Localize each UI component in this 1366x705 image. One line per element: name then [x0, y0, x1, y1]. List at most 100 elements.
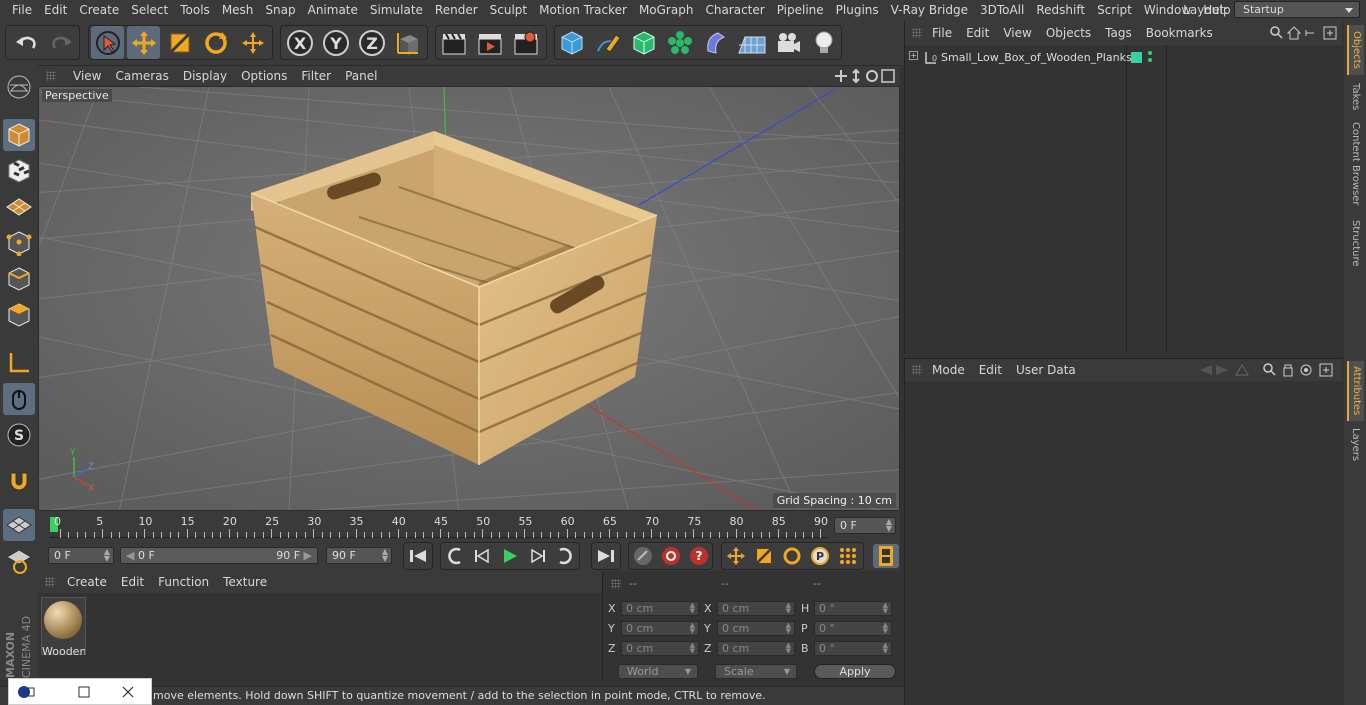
coord-value-field[interactable]: 0 cm ▲ ▼ — [717, 621, 795, 636]
menu-pipeline[interactable]: Pipeline — [771, 0, 830, 21]
timeline-ruler[interactable]: 0 5 10 15 20 25 30 35 40 45 50 55 60 65 70 75 80 85 90 0 F… — [38, 511, 900, 541]
render-visibility-dot[interactable] — [1148, 58, 1152, 62]
material-menu-create[interactable]: Create — [60, 575, 114, 589]
timeline-button[interactable] — [873, 544, 899, 568]
current-frame-field[interactable]: 0 F ▲ ▼ — [834, 517, 896, 534]
menu-plugins[interactable]: Plugins — [830, 0, 885, 21]
coord-value-field[interactable]: 0 cm ▲ ▼ — [717, 641, 795, 656]
tab-content-browser[interactable]: Content Browser — [1347, 119, 1364, 209]
tab-attributes[interactable]: Attributes — [1347, 361, 1364, 421]
undo-button[interactable] — [9, 26, 42, 59]
menu-render[interactable]: Render — [429, 0, 484, 21]
workplane-lock-button[interactable] — [3, 509, 35, 541]
object-menu-edit[interactable]: Edit — [959, 26, 996, 40]
end-frame-field[interactable]: 90 F ▲ ▼ — [326, 547, 392, 564]
timeline-track[interactable]: 0 5 10 15 20 25 30 35 40 45 50 55 60 65 70 75 80 85 90 — [50, 514, 828, 538]
menu-vray-bridge[interactable]: V-Ray Bridge — [885, 0, 974, 21]
close-icon[interactable] — [121, 685, 135, 699]
key-scale-button[interactable] — [751, 544, 777, 568]
move-tool-button[interactable] — [127, 26, 160, 59]
menu-file[interactable]: File — [6, 0, 38, 21]
snapping-button[interactable]: S — [3, 419, 35, 451]
scale-tool-button[interactable] — [163, 26, 196, 59]
next-frame-button[interactable] — [524, 544, 550, 568]
viewport-menu-options[interactable]: Options — [234, 69, 294, 83]
cloner-button[interactable] — [663, 26, 696, 59]
z-axis-lock-button[interactable]: Z — [355, 26, 388, 59]
layout-dropdown[interactable]: Startup — [1234, 1, 1360, 18]
menu-mesh[interactable]: Mesh — [216, 0, 260, 21]
subdivision-surface-button[interactable] — [627, 26, 660, 59]
locked-workplane-button[interactable] — [3, 545, 35, 577]
tab-takes[interactable]: Takes — [1347, 79, 1364, 115]
goto-end-button[interactable] — [593, 544, 619, 568]
tweak-mode-button[interactable] — [3, 383, 35, 415]
expand-toggle[interactable]: + — [909, 51, 918, 60]
live-select-button[interactable] — [91, 26, 124, 59]
coord-value-field[interactable]: 0 ° ▲ ▼ — [814, 621, 892, 636]
key-parameter-button[interactable]: P — [807, 544, 833, 568]
texture-mode-button[interactable] — [3, 155, 35, 187]
menu-simulate[interactable]: Simulate — [364, 0, 429, 21]
object-menu-tags[interactable]: Tags — [1098, 26, 1139, 40]
object-nav-icons[interactable] — [1270, 26, 1338, 40]
viewport-menu-cameras[interactable]: Cameras — [108, 69, 175, 83]
render-settings-button[interactable] — [509, 26, 542, 59]
viewport-menu-panel[interactable]: Panel — [338, 69, 384, 83]
coordinate-system-button[interactable] — [391, 26, 424, 59]
autokey-button[interactable]: ? — [686, 544, 712, 568]
menu-sculpt[interactable]: Sculpt — [484, 0, 533, 21]
axis-mode-button[interactable] — [3, 347, 35, 379]
prev-frame-button[interactable] — [470, 544, 496, 568]
prev-key-button[interactable] — [442, 544, 468, 568]
editor-visibility-dot[interactable] — [1148, 51, 1152, 55]
attribute-nav-icons[interactable] — [1198, 363, 1338, 377]
coord-value-field[interactable]: 0 cm ▲ ▼ — [621, 621, 699, 636]
play-button[interactable] — [497, 544, 523, 568]
menu-edit[interactable]: Edit — [38, 0, 73, 21]
object-menu-objects[interactable]: Objects — [1039, 26, 1098, 40]
model-mode-button[interactable] — [3, 119, 35, 151]
material-menu-texture[interactable]: Texture — [216, 575, 274, 589]
redo-button[interactable] — [45, 26, 78, 59]
panel-grip[interactable] — [46, 71, 56, 81]
menu-script[interactable]: Script — [1091, 0, 1138, 21]
coord-value-field[interactable]: 0 ° ▲ ▼ — [814, 641, 892, 656]
floor-button[interactable] — [735, 26, 768, 59]
perspective-viewport[interactable]: Y Z X Perspective Grid Spacing : 10 cm — [38, 86, 900, 511]
next-key-button[interactable] — [552, 544, 578, 568]
pen-spline-button[interactable] — [591, 26, 624, 59]
menu-select[interactable]: Select — [125, 0, 174, 21]
menu-character[interactable]: Character — [699, 0, 770, 21]
key-pla-button[interactable] — [835, 544, 861, 568]
tab-layers[interactable]: Layers — [1347, 425, 1364, 465]
object-menu-bookmarks[interactable]: Bookmarks — [1139, 26, 1220, 40]
attribute-menu-mode[interactable]: Mode — [925, 363, 972, 377]
apply-button[interactable]: Apply — [814, 664, 896, 679]
tab-objects[interactable]: Objects — [1347, 25, 1364, 75]
start-frame-field[interactable]: 0 F ▲ ▼ — [48, 547, 114, 564]
object-menu-file[interactable]: File — [925, 26, 959, 40]
viewport-menu-filter[interactable]: Filter — [294, 69, 338, 83]
transform-tool-button[interactable] — [236, 26, 269, 59]
record-active-button[interactable] — [658, 544, 684, 568]
panel-grip[interactable] — [611, 579, 621, 589]
workplane-mode-button[interactable] — [3, 191, 35, 223]
layer-color-swatch[interactable] — [1131, 52, 1142, 63]
camera-button[interactable] — [771, 26, 804, 59]
menu-create[interactable]: Create — [73, 0, 125, 21]
object-row[interactable]: + 0 Small_Low_Box_of_Wooden_Planks — [905, 49, 1341, 67]
menu-snap[interactable]: Snap — [259, 0, 301, 21]
render-view-button[interactable] — [437, 26, 470, 59]
goto-start-button[interactable] — [405, 544, 431, 568]
light-button[interactable] — [807, 26, 840, 59]
coord-value-field[interactable]: 0 ° ▲ ▼ — [814, 601, 892, 616]
size-mode-dropdown[interactable]: Scale ▼ — [715, 664, 797, 679]
panel-grip[interactable] — [912, 365, 922, 375]
viewport-nav-icons[interactable] — [834, 69, 896, 84]
rotate-tool-button[interactable] — [199, 26, 232, 59]
coord-value-field[interactable]: 0 cm ▲ ▼ — [621, 641, 699, 656]
panel-grip[interactable] — [45, 577, 55, 587]
maximize-icon[interactable] — [77, 685, 91, 699]
points-mode-button[interactable] — [3, 227, 35, 259]
